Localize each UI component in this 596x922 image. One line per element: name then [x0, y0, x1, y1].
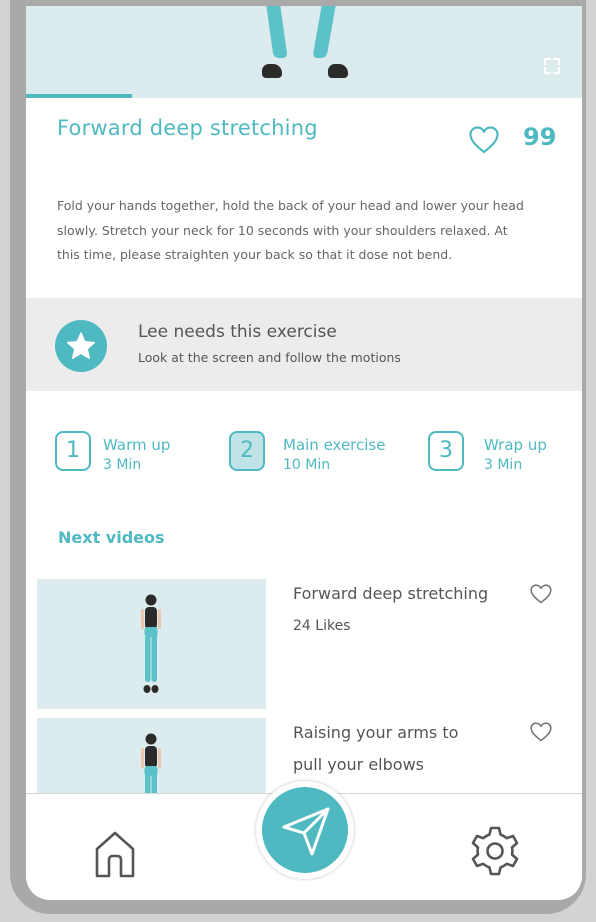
figure-leg-left — [266, 6, 288, 58]
step-duration: 3 Min — [103, 457, 142, 473]
star-icon — [66, 332, 96, 359]
recommendation-subtitle: Look at the screen and follow the motion… — [138, 350, 401, 365]
figure-leg-right — [312, 6, 336, 58]
app-screen: Forward deep stretching 99 Fold your han… — [26, 6, 582, 900]
figure-illustration — [141, 733, 161, 798]
figure-shoe-right — [328, 64, 348, 78]
fullscreen-icon[interactable] — [544, 58, 560, 74]
gear-icon[interactable] — [468, 824, 522, 878]
step-duration: 3 Min — [484, 457, 523, 473]
next-videos-heading: Next videos — [58, 528, 165, 547]
video-progress-fill — [26, 94, 132, 98]
fab-circle — [262, 787, 348, 873]
step-label: Wrap up — [484, 436, 547, 454]
step-label: Main exercise — [283, 436, 386, 454]
step-number: 3 — [428, 431, 464, 471]
next-video-title[interactable]: Raising your arms to pull your elbows — [293, 717, 458, 781]
video-player[interactable] — [26, 6, 582, 98]
video-description: Fold your hands together, hold the back … — [57, 198, 524, 262]
video-progress-bar[interactable] — [26, 94, 582, 98]
next-video-title-line: Raising your arms to — [293, 723, 459, 742]
next-video-title[interactable]: Forward deep stretching — [293, 578, 488, 610]
home-icon[interactable] — [92, 829, 138, 879]
next-video-title-line: pull your elbows — [293, 755, 424, 774]
start-workout-button[interactable] — [256, 781, 354, 879]
video-title: Forward deep stretching — [57, 116, 318, 140]
heart-icon[interactable] — [530, 722, 552, 742]
recommendation-banner — [26, 298, 582, 391]
figure-illustration — [141, 594, 161, 693]
heart-icon[interactable] — [530, 584, 552, 604]
next-video-likes: 24 Likes — [293, 618, 351, 634]
step-duration: 10 Min — [283, 457, 331, 473]
recommendation-title: Lee needs this exercise — [138, 322, 337, 342]
send-icon — [282, 807, 330, 856]
step-number: 2 — [229, 431, 265, 471]
step-number: 1 — [55, 431, 91, 471]
heart-icon[interactable] — [469, 126, 499, 154]
likes-count: 99 — [523, 123, 557, 151]
star-badge — [55, 320, 107, 372]
figure-shoe-left — [262, 64, 282, 78]
video-thumbnail[interactable] — [37, 718, 266, 798]
video-thumbnail[interactable] — [37, 579, 266, 709]
step-label: Warm up — [103, 436, 171, 454]
